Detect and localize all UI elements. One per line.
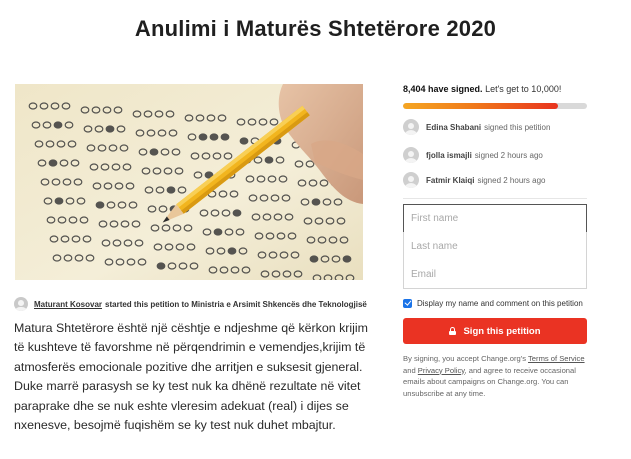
author-avatar[interactable] [14, 297, 28, 311]
answer-bubble [227, 247, 237, 255]
sign-button-label: Sign this petition [463, 325, 541, 337]
petition-byline: Maturant Kosovar started this petition t… [14, 295, 374, 313]
answer-bubble [95, 201, 105, 209]
signer-name: Edina Shabani [426, 122, 482, 132]
answer-bubble [105, 125, 115, 133]
legal-prefix: By signing, you accept Change.org's [403, 354, 527, 363]
answer-bubble [213, 228, 223, 236]
divider [403, 198, 587, 199]
answer-bubble [198, 133, 208, 141]
sign-petition-button[interactable]: Sign this petition [403, 318, 587, 344]
avatar [403, 172, 419, 188]
display-name-checkbox[interactable] [403, 298, 412, 308]
display-name-option[interactable]: Display my name and comment on this peti… [403, 297, 603, 309]
display-name-label: Display my name and comment on this peti… [417, 298, 583, 308]
answer-bubble [53, 121, 63, 129]
signer-name: fjolla ismajli [426, 150, 472, 160]
answer-bubble [311, 198, 321, 206]
answer-bubble [209, 133, 219, 141]
recent-signer: Edina Shabani signed this petition [403, 118, 593, 136]
answer-bubble [342, 255, 352, 263]
last-name-field[interactable] [403, 232, 587, 261]
legal-notice: By signing, you accept Change.org's Term… [403, 353, 598, 399]
signed-count-label: 8,404 have signed. [403, 84, 483, 94]
privacy-policy-link[interactable]: Privacy Policy [418, 366, 465, 375]
signer-action: signed 2 hours ago [474, 150, 543, 160]
petition-title: Anulimi i Maturës Shtetërore 2020 [134, 16, 497, 41]
legal-and: and [403, 365, 416, 375]
signer-action: signed this petition [484, 122, 551, 132]
answer-sheet-pencil-image [15, 84, 363, 280]
signature-count: 8,404 have signed. Let's get to 10,000! [403, 84, 593, 94]
email-field[interactable] [403, 260, 587, 289]
answer-bubble [264, 156, 274, 164]
progress-fill [403, 103, 558, 109]
recent-signer: fjolla ismajli signed 2 hours ago [403, 146, 593, 164]
answer-bubble [220, 133, 230, 141]
answer-bubble [166, 186, 176, 194]
byline-text: started this petition to Ministria e Ars… [105, 299, 367, 309]
lock-icon [449, 327, 457, 335]
answer-bubble [309, 255, 319, 263]
petition-description: Matura Shtetërore është një cështje e nd… [14, 321, 368, 433]
signature-progress-bar [403, 103, 587, 109]
recent-signer: Fatmir Klaiqi signed 2 hours ago [403, 171, 593, 189]
petition-image [15, 84, 363, 280]
terms-of-service-link[interactable]: Terms of Service [528, 354, 585, 363]
answer-bubble [239, 137, 249, 145]
avatar [403, 147, 419, 163]
author-link[interactable]: Maturant Kosovar [34, 300, 102, 309]
signer-name: Fatmir Klaiqi [426, 175, 475, 185]
answer-bubble [149, 148, 159, 156]
signer-action: signed 2 hours ago [477, 175, 546, 185]
answer-bubble [48, 159, 58, 167]
avatar [403, 119, 419, 135]
answer-bubble [156, 262, 166, 270]
answer-bubble [232, 209, 242, 217]
first-name-field[interactable] [403, 204, 587, 233]
answer-bubble [54, 197, 64, 205]
goal-label: Let's get to 10,000! [485, 84, 562, 94]
